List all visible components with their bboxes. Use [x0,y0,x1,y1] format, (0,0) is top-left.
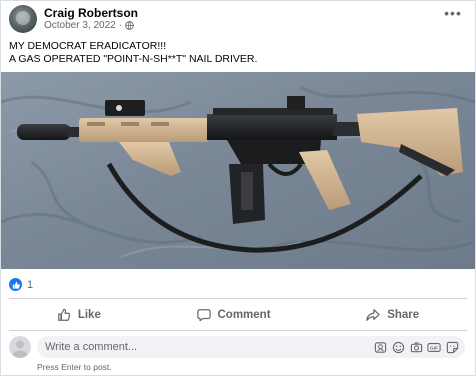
svg-text:GIF: GIF [430,345,438,351]
comment-icon [196,309,211,322]
caption-line: A GAS OPERATED "POINT-N-SH**T" NAIL DRIV… [9,53,258,65]
camera-icon[interactable] [409,340,423,354]
more-options-button[interactable]: ••• [443,5,463,22]
reaction-summary[interactable]: 1 [9,278,33,291]
post-card: Craig Robertson October 3, 2022 · ••• MY… [0,0,476,376]
sticker-icon[interactable] [445,340,459,354]
share-icon [366,309,380,321]
globe-icon [125,21,134,30]
like-label: Like [77,309,101,321]
author-name[interactable]: Craig Robertson [44,6,138,20]
reaction-count[interactable]: 1 [27,279,33,291]
comment-box: GIF [37,336,465,358]
comment-tools: GIF [373,340,459,354]
post-date[interactable]: October 3, 2022 [44,20,116,31]
divider [9,330,467,331]
divider [9,298,467,299]
like-reaction-icon [9,278,22,291]
share-label: Share [387,309,420,321]
emoji-icon[interactable] [391,340,405,354]
ellipsis-icon: ••• [444,5,462,21]
post-photo[interactable] [1,72,475,269]
share-button[interactable]: Share [344,305,441,325]
post-caption: MY DEMOCRAT ERADICATOR!!! A GAS OPERATED… [9,40,257,66]
thumbs-up-icon [57,308,70,321]
post-meta: October 3, 2022 · [44,20,134,31]
avatar-sticker-icon[interactable] [373,340,387,354]
comment-input[interactable] [45,336,345,358]
comment-button[interactable]: Comment [175,305,293,325]
dot-separator: · [118,20,123,31]
current-user-avatar[interactable] [9,336,31,358]
like-button[interactable]: Like [35,305,123,325]
gif-icon[interactable]: GIF [427,340,441,354]
press-enter-hint: Press Enter to post. [37,362,112,372]
comment-label: Comment [217,309,271,321]
post-actions: Like Comment Share [9,303,467,327]
caption-line: MY DEMOCRAT ERADICATOR!!! [9,40,167,52]
author-avatar[interactable] [9,5,37,33]
